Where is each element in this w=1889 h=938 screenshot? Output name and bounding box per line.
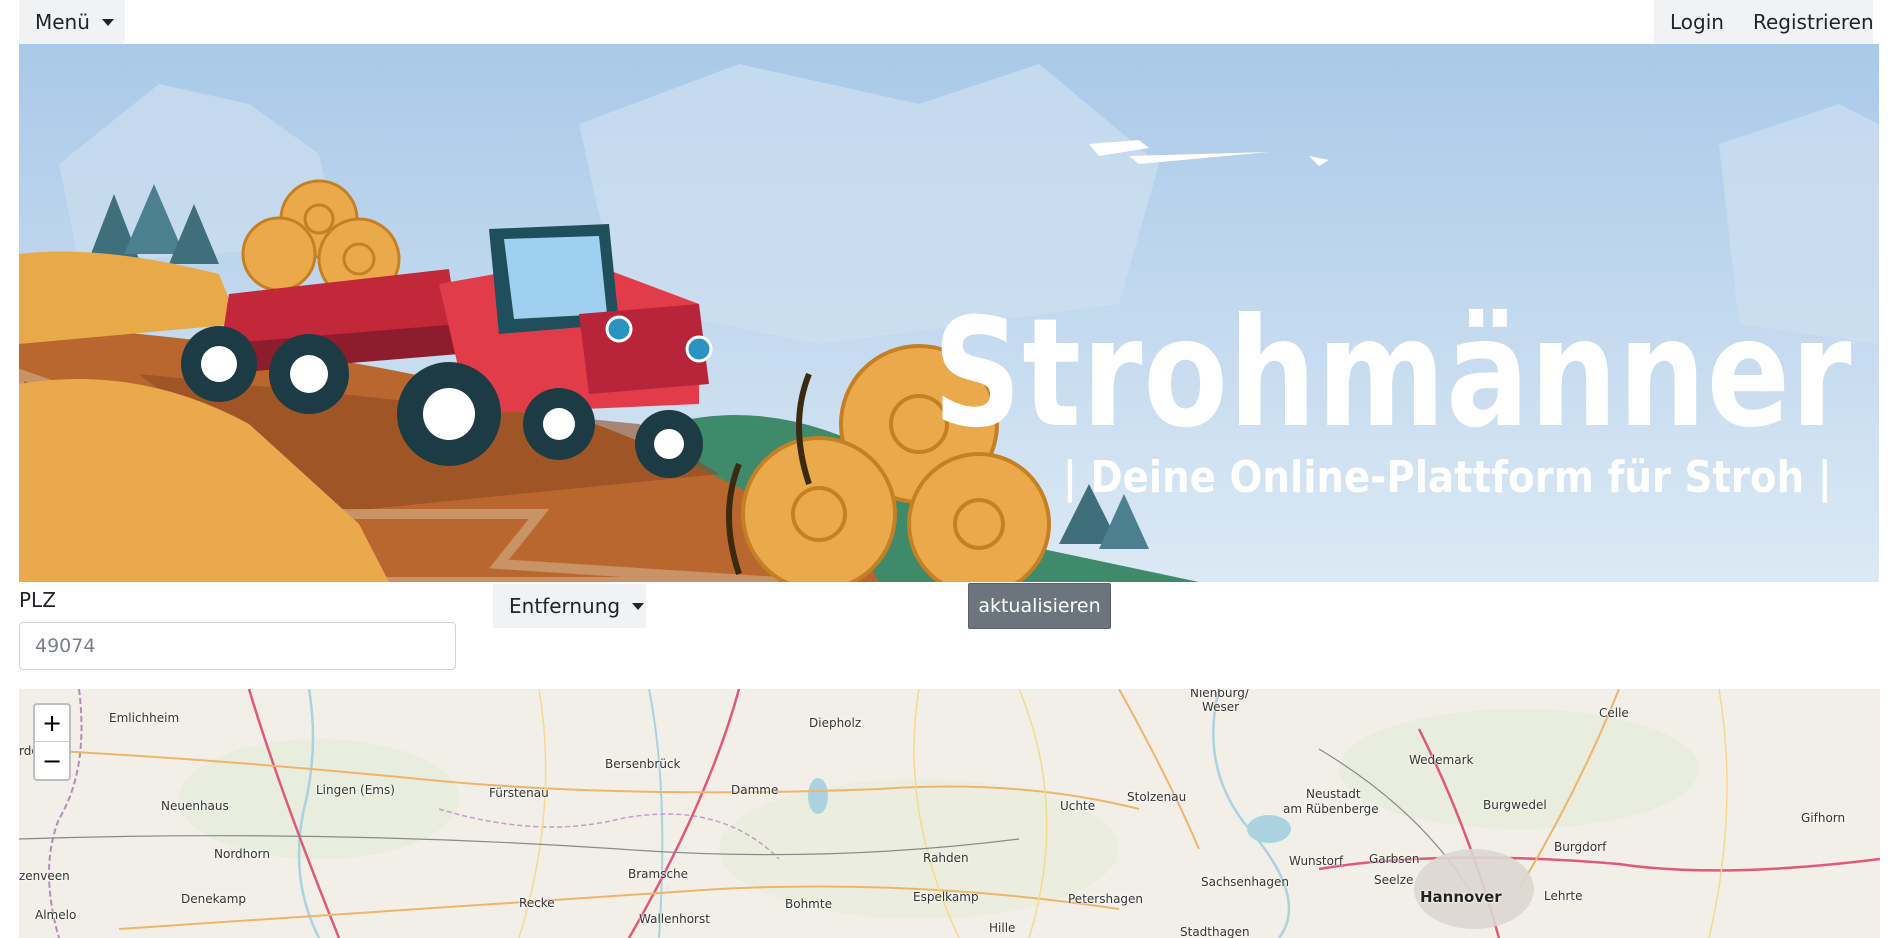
zoom-control: + −: [33, 703, 71, 781]
map-label: Wunstorf: [1289, 854, 1344, 868]
menu-dropdown-button[interactable]: Menü: [19, 0, 125, 44]
map-label: Nordhorn: [214, 847, 270, 861]
map-label: Gifhorn: [1801, 811, 1846, 825]
map-label: Hille: [989, 921, 1016, 935]
map-label: Uchte: [1060, 799, 1096, 813]
map[interactable]: Emlichheim Neuenhaus Nordhorn Denekamp A…: [19, 689, 1880, 938]
map-label: Espelkamp: [913, 890, 979, 904]
zoom-out-button[interactable]: −: [35, 742, 69, 779]
map-label: Lehrte: [1544, 889, 1583, 903]
map-label: Bohmte: [785, 897, 832, 911]
map-label: Sachsenhagen: [1201, 875, 1289, 889]
update-button[interactable]: aktualisieren: [968, 583, 1111, 629]
account-nav: Login Registrieren: [1654, 0, 1874, 44]
map-label: Burgdorf: [1554, 840, 1607, 854]
map-label: Seelze: [1374, 873, 1414, 887]
map-label: Emlichheim: [109, 711, 180, 725]
map-label: Wallenhorst: [639, 912, 710, 926]
map-label: Burgwedel: [1483, 798, 1547, 812]
map-label: Rahden: [923, 851, 969, 865]
map-label: Recke: [519, 896, 555, 910]
plz-input[interactable]: [19, 622, 456, 670]
caret-down-icon: [101, 18, 114, 26]
login-link[interactable]: Login: [1670, 10, 1724, 34]
plz-label: PLZ: [19, 588, 56, 612]
map-label: Lingen (Ems): [316, 783, 395, 797]
hero-banner: Strohmänner | Deine Online-Plattform für…: [19, 44, 1879, 582]
caret-down-icon: [632, 602, 645, 610]
map-label: Diepholz: [809, 716, 862, 730]
map-label: Denekamp: [181, 892, 247, 906]
map-label: Weser: [1202, 700, 1240, 714]
map-label: Bersenbrück: [605, 757, 681, 771]
map-label: Celle: [1599, 706, 1629, 720]
map-label: Fürstenau: [489, 786, 549, 800]
map-label: Petershagen: [1068, 892, 1144, 906]
map-label: Bramsche: [628, 867, 689, 881]
map-label: Stolzenau: [1127, 790, 1187, 804]
map-label: Stadthagen: [1180, 925, 1250, 938]
hero-title: Strohmänner: [932, 287, 1852, 461]
hero-subtitle: | Deine Online-Plattform für Stroh |: [1063, 452, 1832, 503]
map-label: Almelo: [35, 908, 77, 922]
map-label: am Rübenberge: [1283, 802, 1379, 816]
register-link[interactable]: Registrieren: [1753, 10, 1874, 34]
distance-label: Entfernung: [509, 594, 621, 618]
map-label: Neustadt: [1306, 787, 1361, 801]
map-label: zenveen: [19, 869, 70, 883]
zoom-in-button[interactable]: +: [35, 705, 69, 742]
map-label: Damme: [731, 783, 779, 797]
map-label: Neuenhaus: [161, 799, 229, 813]
map-label: Nienburg/: [1190, 689, 1249, 700]
map-label: Hannover: [1420, 888, 1502, 906]
map-label: Garbsen: [1369, 852, 1420, 866]
map-label: Wedemark: [1409, 753, 1474, 767]
distance-dropdown-button[interactable]: Entfernung: [493, 584, 646, 628]
menu-label: Menü: [35, 10, 90, 34]
